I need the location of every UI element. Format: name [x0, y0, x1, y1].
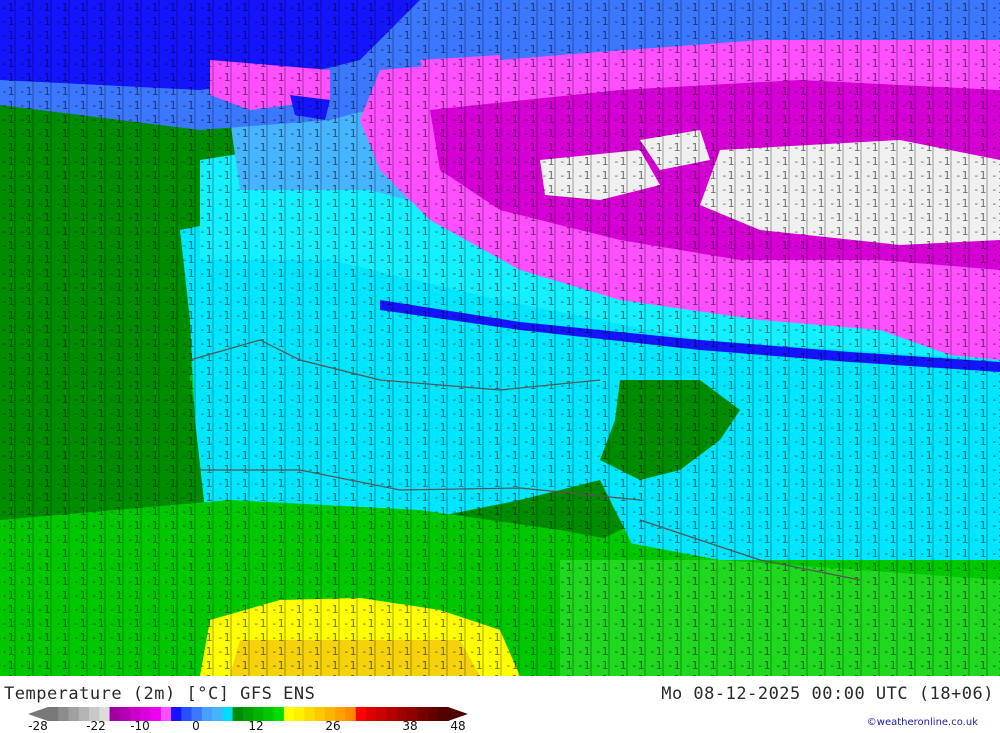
legend-swatch: [417, 707, 428, 721]
legend-tick-label: -10: [130, 719, 150, 733]
legend-swatch: [355, 707, 367, 721]
legend-swatch: [232, 707, 244, 721]
legend-swatch: [48, 707, 59, 721]
legend-swatch: [283, 707, 295, 721]
legend-swatch: [222, 707, 234, 721]
legend-tick-label: 12: [248, 719, 264, 733]
legend-swatch: [386, 707, 398, 721]
map-footer: Temperature (2m) [°C] GFS ENS Mo 08-12-2…: [0, 676, 1000, 733]
legend-swatch: [160, 707, 172, 721]
legend-swatch: [345, 707, 357, 721]
legend-swatch: [119, 707, 131, 721]
legend-swatch: [212, 707, 223, 721]
color-legend: -28 -22 -10 0 12 26 38 48: [28, 706, 468, 733]
legend-tick-label: 26: [325, 719, 341, 733]
legend-swatch: [376, 707, 387, 721]
legend-tick-label: -28: [28, 719, 48, 733]
legend-swatch: [181, 707, 193, 721]
legend-swatch: [365, 707, 377, 721]
value-grid-overlay: [0, 0, 1000, 676]
legend-tick-label: 0: [192, 719, 200, 733]
legend-swatch: [304, 707, 316, 721]
legend-swatch: [314, 707, 326, 721]
credit-link[interactable]: ©weatheronline.co.uk: [867, 717, 978, 728]
legend-tick-label: 38: [402, 719, 418, 733]
legend-swatch: [437, 707, 449, 721]
legend-swatch: [171, 707, 182, 721]
temperature-map: -1: [0, 0, 1000, 676]
legend-swatch: [150, 707, 162, 721]
legend-swatch: [263, 707, 275, 721]
legend-swatch: [58, 707, 70, 721]
legend-swatch: [201, 707, 213, 721]
legend-swatch: [273, 707, 285, 721]
legend-swatch: [427, 707, 439, 721]
legend-swatch: [294, 707, 305, 721]
legend-tick-label: 48: [450, 719, 466, 733]
legend-swatch: [109, 707, 121, 721]
map-title: Temperature (2m) [°C] GFS ENS: [4, 684, 316, 704]
legend-swatch: [68, 707, 80, 721]
legend-tick-label: -22: [86, 719, 106, 733]
valid-time: Mo 08-12-2025 00:00 UTC (18+06): [661, 684, 994, 704]
